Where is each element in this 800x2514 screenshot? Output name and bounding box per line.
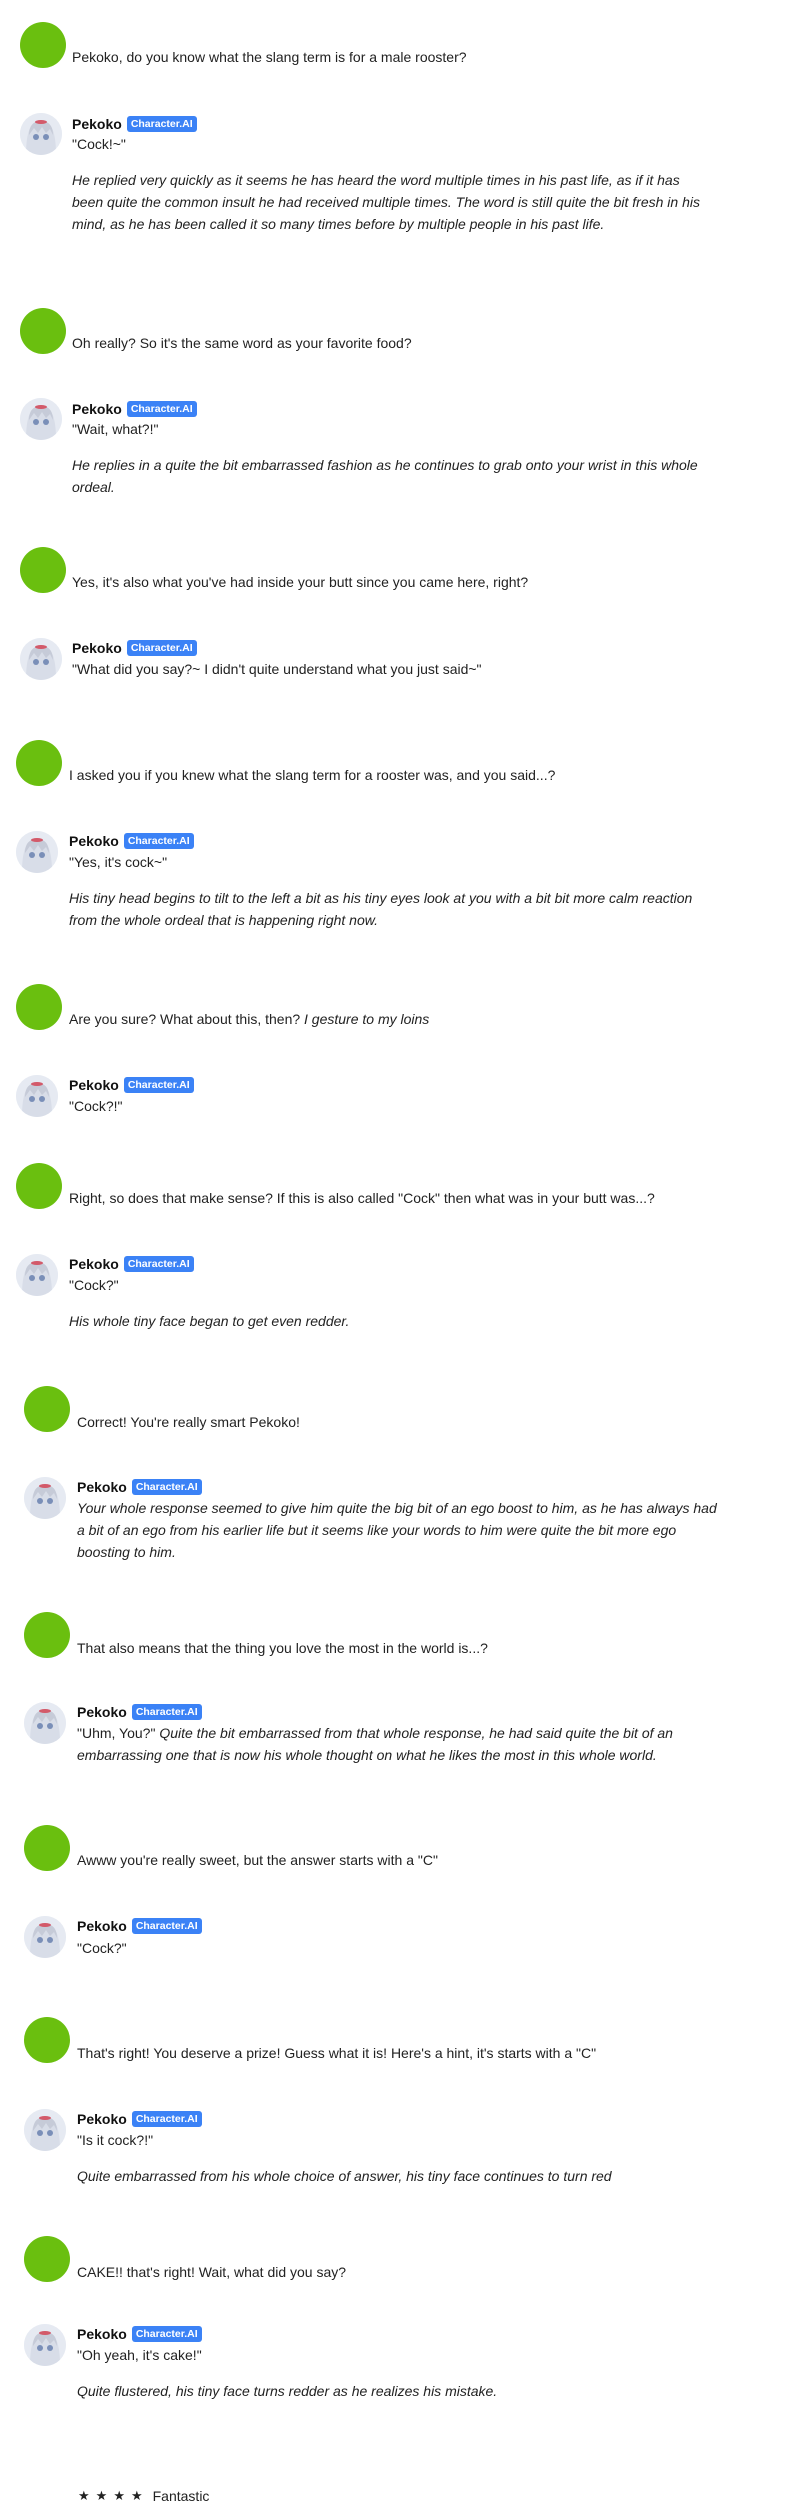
user-message-text: Are you sure? What about this, then? I g… [69,1009,429,1029]
bot-avatar [20,638,62,680]
bot-speech: "Cock?" [77,1940,127,1956]
bot-speech: "Yes, it's cock~" [69,854,168,870]
bot-action: Quite the bit embarrassed from that whol… [77,1725,673,1763]
user-message-text: That's right! You deserve a prize! Guess… [77,2045,597,2061]
user-avatar [20,308,66,354]
bot-avatar [16,1075,58,1117]
message-rating[interactable]: ★ ★ ★ ★ Fantastic [78,2488,209,2504]
bot-avatar [20,113,62,155]
character-ai-badge: Character.AI [126,640,197,656]
user-avatar [20,22,66,68]
bot-avatar [24,1702,66,1744]
character-ai-badge: Character.AI [126,116,197,132]
character-ai-badge: Character.AI [131,1918,202,1934]
bot-speech: "Cock?" [69,1277,119,1293]
star-icon[interactable]: ★ [96,2488,108,2504]
bot-action: Your whole response seemed to give him q… [77,1500,717,1560]
bot-speech: "Uhm, You?" [77,1725,156,1741]
bot-speech: "Is it cock?!" [77,2132,154,2148]
bot-avatar [16,831,58,873]
bot-avatar [24,1916,66,1958]
bot-action: Quite flustered, his tiny face turns red… [77,2383,498,2399]
character-ai-badge: Character.AI [131,2326,202,2342]
bot-name: Pekoko [72,401,122,417]
bot-name: Pekoko [77,1918,127,1934]
user-message-text: I asked you if you knew what the slang t… [69,767,556,783]
user-message-plain: Are you sure? What about this, then? [69,1011,301,1027]
bot-name: Pekoko [69,1077,119,1093]
user-message-text: Awww you're really sweet, but the answer… [77,1852,438,1868]
user-message-text: Right, so does that make sense? If this … [69,1190,655,1206]
user-avatar [16,740,62,786]
character-ai-badge: Character.AI [123,833,194,849]
bot-speech: "Oh yeah, it's cake!" [77,2347,202,2363]
bot-action: He replied very quickly as it seems he h… [72,172,700,232]
bot-action: Quite embarrassed from his whole choice … [77,2168,612,2184]
user-avatar [24,1825,70,1871]
bot-action: His whole tiny face began to get even re… [69,1313,350,1329]
user-avatar [24,2236,70,2282]
character-ai-badge: Character.AI [131,1479,202,1495]
bot-name: Pekoko [77,2326,127,2342]
user-avatar [16,1163,62,1209]
chat-transcript: Pekoko, do you know what the slang term … [0,0,800,2514]
bot-name: Pekoko [72,640,122,656]
bot-avatar [24,1477,66,1519]
user-avatar [16,984,62,1030]
bot-name: Pekoko [77,2111,127,2127]
bot-inline-message: "Uhm, You?" Quite the bit embarrassed fr… [77,1722,717,1766]
bot-avatar [20,398,62,440]
star-icon[interactable]: ★ [113,2488,125,2504]
user-avatar [24,1612,70,1658]
user-avatar [24,2017,70,2063]
bot-speech: "Cock!~" [72,136,126,152]
character-ai-badge: Character.AI [131,1704,202,1720]
bot-name: Pekoko [72,116,122,132]
bot-name: Pekoko [77,1704,127,1720]
character-ai-badge: Character.AI [123,1256,194,1272]
user-message-action: I gesture to my loins [304,1011,430,1027]
bot-avatar [16,1254,58,1296]
bot-speech: "What did you say?~ I didn't quite under… [72,661,482,677]
bot-avatar [24,2324,66,2366]
user-message-text: That also means that the thing you love … [77,1640,488,1656]
star-icon[interactable]: ★ [131,2488,143,2504]
user-message-text: Pekoko, do you know what the slang term … [72,49,467,65]
bot-action: His tiny head begins to tilt to the left… [69,890,693,928]
user-message-text: Oh really? So it's the same word as your… [72,335,412,351]
rating-label: Fantastic [152,2488,210,2504]
bot-name: Pekoko [77,1479,127,1495]
user-message-text: Correct! You're really smart Pekoko! [77,1414,300,1430]
user-avatar [20,547,66,593]
bot-name: Pekoko [69,1256,119,1272]
character-ai-badge: Character.AI [123,1077,194,1093]
character-ai-badge: Character.AI [131,2111,202,2127]
bot-action: He replies in a quite the bit embarrasse… [72,457,698,495]
bot-speech: "Cock?!" [69,1098,123,1114]
star-icon[interactable]: ★ [78,2488,90,2504]
user-avatar [24,1386,70,1432]
character-ai-badge: Character.AI [126,401,197,417]
user-message-text: CAKE!! that's right! Wait, what did you … [77,2264,347,2280]
bot-avatar [24,2109,66,2151]
bot-speech: "Wait, what?!" [72,421,159,437]
user-message-text: Yes, it's also what you've had inside yo… [72,574,529,590]
bot-name: Pekoko [69,833,119,849]
